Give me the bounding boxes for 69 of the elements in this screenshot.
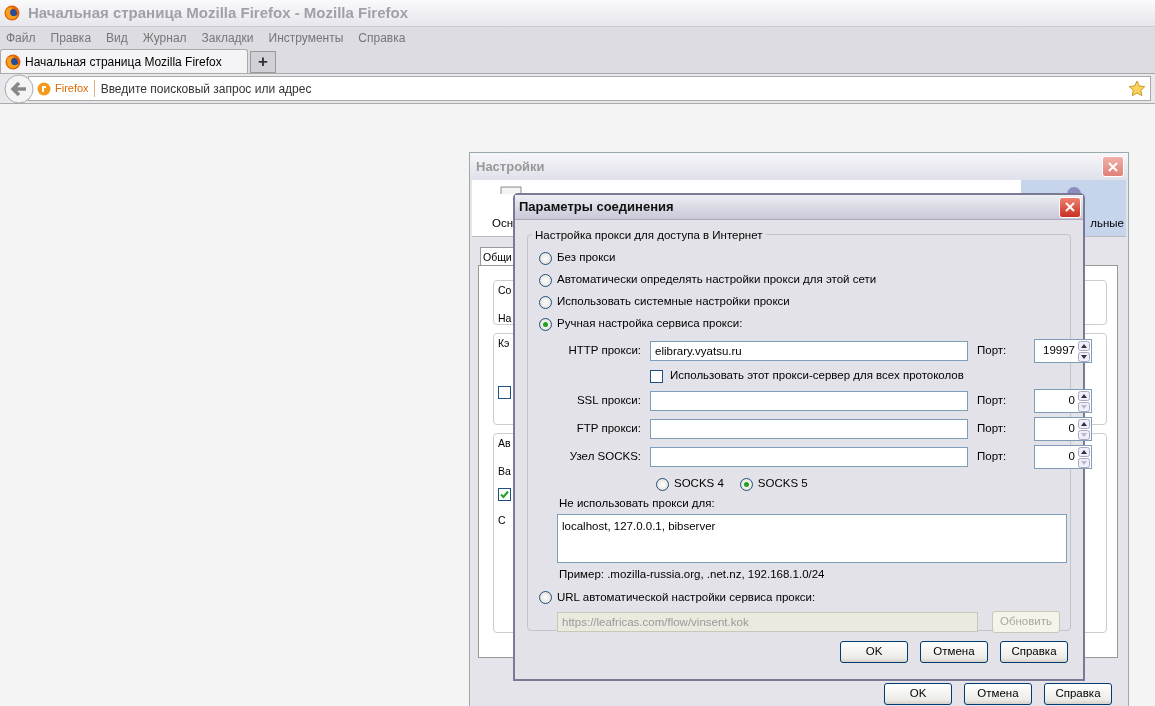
window-title: Начальная страница Mozilla Firefox - Mozilla Firefox <box>28 2 408 23</box>
input-field[interactable] <box>650 419 968 439</box>
radio-label[interactable]: Автоматически определять настройки прокси для этой сети <box>557 271 877 289</box>
spin-up-icon[interactable] <box>1078 418 1090 429</box>
field-label: Узел SOCKS: <box>568 449 641 465</box>
radio-button[interactable] <box>539 317 552 331</box>
field-label: HTTP прокси: <box>567 343 641 359</box>
text-area[interactable]: localhost, 127.0.0.1, bibserver <box>557 514 1067 564</box>
tab-label: Начальная страница Mozilla Firefox <box>25 53 222 71</box>
radio-label[interactable]: Ручная настройка сервиса прокси: <box>557 315 743 333</box>
spin-up-icon[interactable] <box>1078 446 1090 457</box>
radio-label[interactable]: SOCKS 4 <box>674 475 724 493</box>
dialog-button[interactable]: Справка <box>1044 683 1112 705</box>
input-field[interactable]: elibrary.vyatsu.ru <box>650 341 968 361</box>
field-label: SSL прокси: <box>575 393 641 409</box>
checkbox-label[interactable]: Использовать этот прокси-сервер для всех протоколов <box>670 367 964 385</box>
cut-text: Ва <box>498 463 511 479</box>
spin-down-icon[interactable] <box>1078 351 1090 362</box>
identity-label: Firefox <box>55 80 95 97</box>
field-label: FTP прокси: <box>575 421 641 437</box>
radio-button[interactable] <box>539 273 552 287</box>
new-tab-button[interactable]: + <box>250 51 276 73</box>
field-label: Не использовать прокси для: <box>559 496 716 511</box>
radio-label[interactable]: Без прокси <box>557 249 616 267</box>
firefox-logo-icon <box>4 5 20 21</box>
radio-button[interactable] <box>656 477 669 491</box>
cut-text: Кэ <box>498 336 510 351</box>
browser-tab[interactable]: Начальная страница Mozilla Firefox <box>0 49 248 73</box>
spin-up-icon[interactable] <box>1078 340 1090 351</box>
radio-label[interactable]: Использовать системные настройки прокси <box>557 293 790 311</box>
cut-text: С <box>498 512 506 528</box>
spin-up-icon[interactable] <box>1078 390 1090 401</box>
close-icon <box>1107 160 1119 173</box>
checkbox[interactable] <box>650 369 663 383</box>
radio-button[interactable] <box>739 477 753 491</box>
radio-label[interactable]: SOCKS 5 <box>757 475 808 493</box>
dialog-button[interactable]: OK <box>884 683 952 705</box>
checkbox[interactable] <box>498 487 511 501</box>
port-field[interactable]: 0 <box>1034 417 1092 441</box>
dialog-button[interactable]: Отмена <box>920 641 988 663</box>
cut-text: Со <box>498 283 512 298</box>
cut-text: На <box>498 310 512 326</box>
dialog-button[interactable]: OK <box>840 641 908 663</box>
field-label: Порт: <box>977 449 1008 465</box>
back-icon[interactable] <box>4 73 34 104</box>
close-button[interactable] <box>1102 156 1124 177</box>
input-field[interactable] <box>650 447 968 467</box>
close-button[interactable] <box>1059 196 1081 218</box>
toolbar-label: льные <box>1090 215 1124 231</box>
field-label: Порт: <box>977 421 1008 437</box>
input-field[interactable] <box>650 391 968 411</box>
dialog-title: Параметры соединения <box>519 198 674 217</box>
firefox-logo-icon <box>5 53 21 70</box>
toolbar-label: Осн <box>492 215 514 231</box>
hint-text: Пример: .mozilla-russia.org, .net.nz, 192.168.1.0/24 <box>559 567 826 583</box>
port-field[interactable]: 0 <box>1034 445 1092 469</box>
port-field[interactable]: 19997 <box>1034 339 1092 363</box>
close-icon <box>1064 201 1076 213</box>
field-label: Порт: <box>977 393 1008 409</box>
cut-text: Ав <box>498 436 511 451</box>
field-label: Порт: <box>977 343 1008 359</box>
window-title: Настройки <box>476 157 545 176</box>
checkbox[interactable] <box>498 385 511 399</box>
radio-button[interactable] <box>539 295 552 309</box>
radio-button[interactable] <box>539 251 552 265</box>
port-field[interactable]: 0 <box>1034 389 1092 413</box>
dialog-button[interactable]: Отмена <box>964 683 1032 705</box>
dialog-button[interactable]: Справка <box>1000 641 1068 663</box>
star-icon[interactable] <box>1128 79 1146 98</box>
